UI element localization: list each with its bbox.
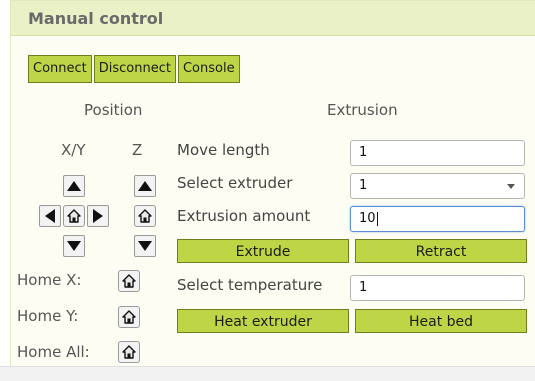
connection-toolbar: Connect Disconnect Console [28,55,242,83]
move-y-minus-button[interactable] [63,235,85,257]
home-x-button[interactable] [118,270,140,292]
z-axis-label: Z [132,141,143,159]
extrusion-heading: Extrusion [327,101,398,119]
move-length-value: 1 [359,145,368,160]
move-length-label: Move length [177,141,270,159]
extrusion-amount-input[interactable]: 10 [350,206,525,232]
select-extruder-label: Select extruder [177,174,293,192]
arrow-down-icon [138,241,152,251]
move-x-plus-button[interactable] [87,205,109,227]
move-y-plus-button[interactable] [63,175,85,197]
select-temperature-input[interactable]: 1 [350,275,525,301]
home-y-button[interactable] [118,306,140,328]
text-cursor [376,211,378,226]
extrusion-amount-label: Extrusion amount [177,207,311,225]
move-z-minus-button[interactable] [134,235,156,257]
home-y-label: Home Y: [17,307,79,325]
retract-button[interactable]: Retract [355,239,527,263]
extrude-button[interactable]: Extrude [177,239,349,263]
arrow-right-icon [93,209,103,223]
select-extruder-dropdown[interactable]: 1 [350,173,525,199]
heat-bed-button[interactable]: Heat bed [355,309,527,333]
move-z-plus-button[interactable] [134,175,156,197]
connect-button[interactable]: Connect [28,55,92,83]
arrow-left-icon [45,209,55,223]
select-extruder-value: 1 [359,178,368,193]
disconnect-button[interactable]: Disconnect [93,55,176,83]
arrow-down-icon [67,241,81,251]
heat-extruder-button[interactable]: Heat extruder [177,309,349,333]
home-x-label: Home X: [17,271,82,289]
xy-axis-label: X/Y [61,141,86,159]
move-length-input[interactable]: 1 [350,140,525,166]
arrow-up-icon [138,181,152,191]
home-icon [138,209,152,223]
arrow-up-icon [67,181,81,191]
home-xy-button[interactable] [63,205,85,227]
home-all-label: Home All: [17,343,90,361]
position-heading: Position [84,101,143,119]
bottom-edge [0,366,535,381]
home-icon [67,209,81,223]
select-temperature-value: 1 [359,280,368,295]
panel-header: Manual control [11,1,535,36]
home-icon [122,345,136,359]
home-icon [122,274,136,288]
panel-title: Manual control [28,9,164,28]
console-button[interactable]: Console [177,55,240,83]
extrusion-amount-value: 10 [359,211,376,226]
move-x-minus-button[interactable] [39,205,61,227]
home-icon [122,310,136,324]
chevron-down-icon [507,184,515,189]
home-all-button[interactable] [118,341,140,363]
home-z-button[interactable] [134,205,156,227]
select-temperature-label: Select temperature [177,276,323,294]
